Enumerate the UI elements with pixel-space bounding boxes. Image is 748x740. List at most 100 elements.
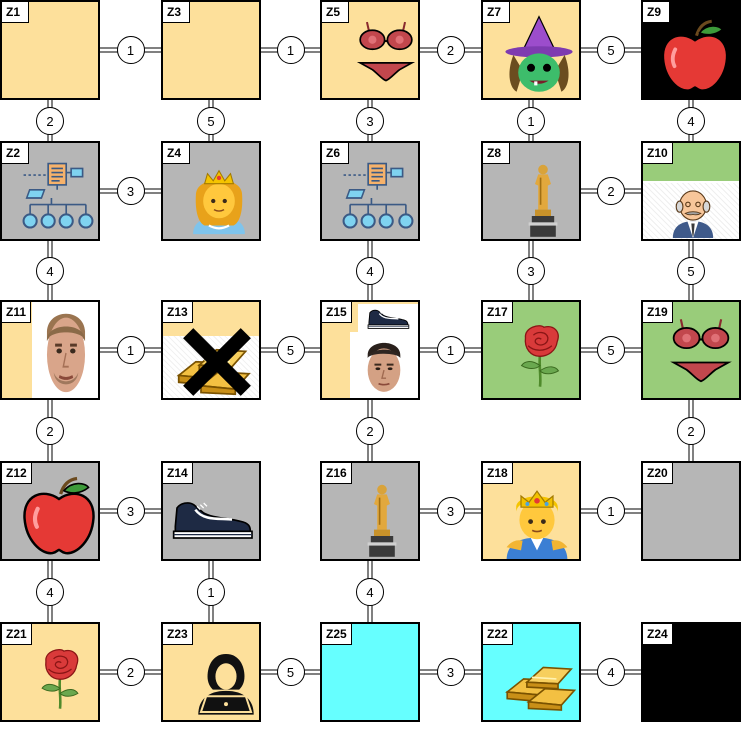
zone-label: Z17 [483, 302, 513, 323]
zone-z11[interactable]: Z11 [0, 300, 100, 400]
connection-weight-badge: 1 [276, 36, 305, 64]
connection-weight-badge: 4 [356, 577, 384, 606]
zone-z4[interactable]: Z4 [161, 141, 261, 241]
zone-label: Z14 [163, 463, 193, 484]
zone-z18[interactable]: Z18 [481, 461, 581, 561]
connection-weight-badge: 2 [36, 106, 64, 135]
bikini-icon [665, 304, 737, 398]
zone-z15[interactable]: Z15 [320, 300, 420, 400]
zone-label: Z23 [163, 624, 193, 645]
zone-z12[interactable]: Z12 [0, 461, 100, 561]
zone-z3[interactable]: Z3 [161, 0, 261, 100]
zone-label: Z13 [163, 302, 193, 323]
connection-weight-badge: 2 [36, 416, 64, 445]
sneaker-icon [163, 493, 261, 543]
apple-icon [18, 473, 100, 561]
zone-label: Z4 [163, 143, 190, 164]
zone-label: Z9 [643, 2, 670, 23]
zone-z17[interactable]: Z17 [481, 300, 581, 400]
zone-label: Z7 [483, 2, 510, 23]
bikini-icon [352, 6, 420, 98]
zone-label: Z18 [483, 463, 513, 484]
connection-weight-badge: 3 [436, 497, 465, 525]
zone-label: Z15 [322, 302, 352, 323]
connection-weight-badge: 4 [36, 577, 64, 606]
zone-z8[interactable]: Z8 [481, 141, 581, 241]
hierarchy-diagram-icon [336, 157, 420, 239]
zone-label: Z20 [643, 463, 673, 484]
connection-weight-badge: 4 [356, 256, 384, 285]
zone-z13[interactable]: Z13 [161, 300, 261, 400]
connection-weight-badge: 5 [677, 256, 705, 285]
zone-z1[interactable]: Z1 [0, 0, 100, 100]
connection-weight-badge: 1 [597, 497, 625, 525]
man-face-photo [32, 302, 100, 400]
connection-weight-badge: 3 [436, 658, 465, 686]
man-face-photo [350, 332, 418, 400]
gold-bars-icon [499, 654, 581, 712]
zone-label: Z8 [483, 143, 510, 164]
zone-label: Z10 [643, 143, 673, 164]
witch-icon [499, 12, 579, 98]
oscar-trophy-icon [519, 159, 567, 241]
connection-weight-badge: 2 [677, 416, 705, 445]
zone-label: Z25 [322, 624, 352, 645]
connection-weight-badge: 2 [116, 658, 145, 686]
oscar-trophy-icon [358, 479, 406, 561]
old-man-icon [665, 181, 721, 239]
connection-weight-badge: 3 [517, 256, 545, 285]
zone-z25[interactable]: Z25 [320, 622, 420, 722]
connection-weight-badge: 5 [276, 336, 305, 364]
zone-label: Z2 [2, 143, 29, 164]
hierarchy-diagram-icon [16, 157, 100, 239]
zone-label: Z1 [2, 2, 29, 23]
zone-label: Z19 [643, 302, 673, 323]
zone-z16[interactable]: Z16 [320, 461, 420, 561]
zone-label: Z5 [322, 2, 349, 23]
connection-weight-badge: 2 [597, 177, 625, 205]
zone-graph-diagram: Z1 Z3 Z5 Z7 Z9 Z2 Z4 Z6 Z8 Z10 Z11 Z13 Z… [0, 0, 748, 740]
princess-icon [183, 161, 255, 241]
connection-weight-badge: 5 [597, 36, 625, 64]
connection-weight-badge: 1 [517, 106, 545, 135]
connection-weight-badge: 1 [197, 577, 225, 606]
zone-z2[interactable]: Z2 [0, 141, 100, 241]
zone-z10[interactable]: Z10 [641, 141, 741, 241]
zone-z24[interactable]: Z24 [641, 622, 741, 722]
zone-z6[interactable]: Z6 [320, 141, 420, 241]
apple-icon [657, 16, 733, 98]
connection-weight-badge: 2 [436, 36, 465, 64]
connection-weight-badge: 1 [436, 336, 465, 364]
zone-label: Z24 [643, 624, 673, 645]
connection-weight-badge: 3 [356, 106, 384, 135]
zone-z19[interactable]: Z19 [641, 300, 741, 400]
zone-z14[interactable]: Z14 [161, 461, 261, 561]
zone-z21[interactable]: Z21 [0, 622, 100, 722]
hacker-laptop-icon [193, 646, 259, 720]
zone-label: Z11 [2, 302, 32, 323]
zone-label: Z22 [483, 624, 513, 645]
zone-z22[interactable]: Z22 [481, 622, 581, 722]
connection-weight-badge: 4 [597, 658, 625, 686]
connection-weight-badge: 1 [116, 336, 145, 364]
zone-label: Z21 [2, 624, 32, 645]
zone-z9[interactable]: Z9 [641, 0, 741, 100]
connection-weight-badge: 1 [116, 36, 145, 64]
connection-weight-badge: 5 [276, 658, 305, 686]
connection-weight-badge: 3 [116, 497, 145, 525]
zone-z5[interactable]: Z5 [320, 0, 420, 100]
zone-label: Z6 [322, 143, 349, 164]
connection-weight-badge: 5 [197, 106, 225, 135]
connection-weight-badge: 2 [356, 416, 384, 445]
connection-weight-badge: 5 [597, 336, 625, 364]
rose-icon [28, 638, 92, 718]
cross-mark-icon [181, 326, 253, 398]
zone-z23[interactable]: Z23 [161, 622, 261, 722]
zone-z7[interactable]: Z7 [481, 0, 581, 100]
connection-weight-badge: 4 [677, 106, 705, 135]
zone-label: Z12 [2, 463, 32, 484]
connection-weight-badge: 3 [116, 177, 145, 205]
zone-label: Z3 [163, 2, 190, 23]
zone-z20[interactable]: Z20 [641, 461, 741, 561]
prince-icon [497, 479, 577, 561]
